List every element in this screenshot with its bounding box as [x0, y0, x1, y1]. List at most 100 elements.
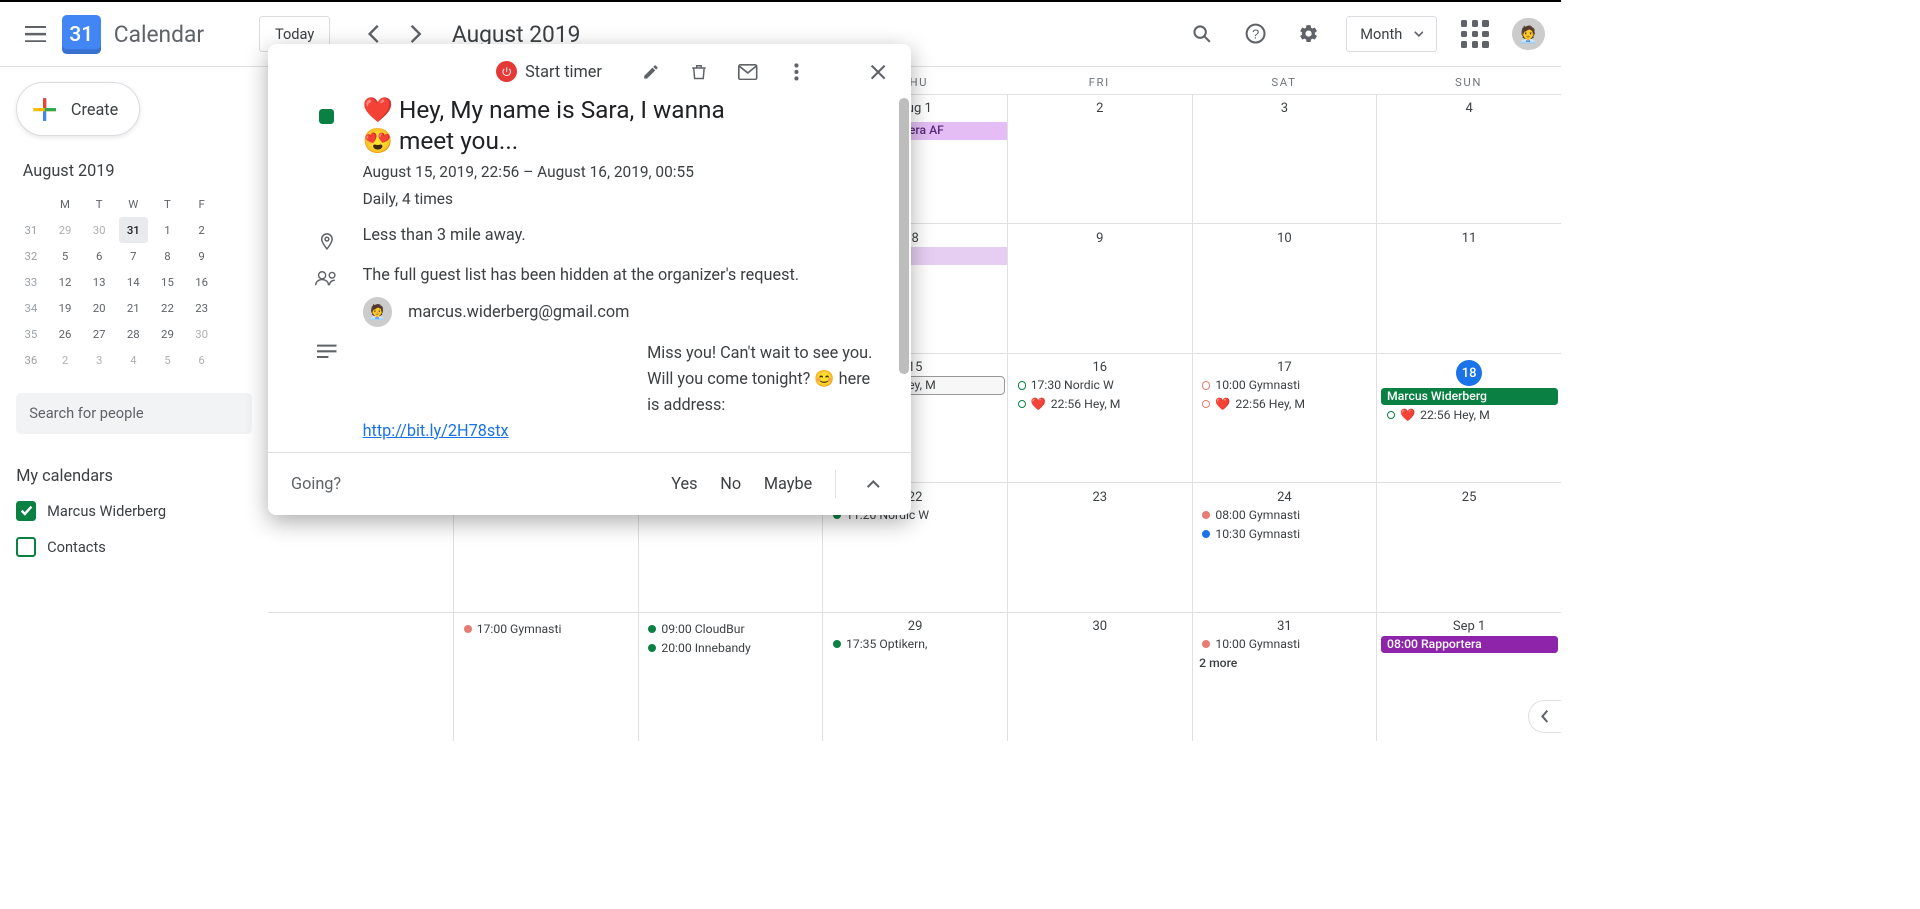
- show-side-panel-icon[interactable]: [1528, 700, 1561, 733]
- popover-scrollbar[interactable]: [899, 98, 909, 374]
- more-events-link[interactable]: 2 more: [1193, 655, 1377, 672]
- mini-day[interactable]: 19: [50, 295, 79, 321]
- edit-icon[interactable]: [634, 56, 667, 89]
- event-chip[interactable]: 17:00 Gymnasti: [457, 621, 634, 638]
- account-avatar[interactable]: 🧑‍💼: [1512, 18, 1545, 51]
- mini-day[interactable]: 9: [187, 243, 216, 269]
- event-chip[interactable]: 08:00 Gymnasti: [1196, 506, 1373, 523]
- day-cell[interactable]: 10: [1192, 223, 1377, 352]
- day-cell[interactable]: 3110:00 Gymnasti2 more: [1192, 612, 1377, 741]
- mini-day[interactable]: 29: [50, 217, 79, 243]
- day-cell[interactable]: 23: [1007, 482, 1192, 611]
- mini-day[interactable]: 2: [187, 217, 216, 243]
- mini-day[interactable]: 13: [85, 269, 114, 295]
- day-cell[interactable]: 09:00 CloudBur 20:00 Innebandy: [638, 612, 823, 741]
- rsvp-no[interactable]: No: [720, 474, 741, 493]
- mini-day[interactable]: 20: [85, 295, 114, 321]
- event-chip[interactable]: 20:00 Innebandy: [642, 640, 819, 657]
- mini-day[interactable]: 14: [119, 269, 148, 295]
- day-cell[interactable]: [268, 612, 453, 741]
- mini-day[interactable]: 5: [153, 347, 182, 373]
- day-cell[interactable]: 30: [1007, 612, 1192, 741]
- day-cell[interactable]: 3: [1192, 94, 1377, 223]
- event-chip[interactable]: Marcus Widerberg: [1381, 388, 1558, 405]
- mini-day[interactable]: 21: [119, 295, 148, 321]
- mini-day[interactable]: 27: [85, 321, 114, 347]
- sidebar: Create August 2019 M T W T F 31293031123…: [0, 69, 268, 569]
- calendar-item[interactable]: Marcus Widerberg: [16, 501, 252, 521]
- mini-day[interactable]: 8: [153, 243, 182, 269]
- mini-day[interactable]: 2: [50, 347, 79, 373]
- mini-day[interactable]: 3: [85, 347, 114, 373]
- search-people-input[interactable]: Search for people: [16, 393, 252, 434]
- event-chip[interactable]: 10:00 Gymnasti: [1196, 636, 1373, 653]
- mini-day[interactable]: 23: [187, 295, 216, 321]
- close-icon[interactable]: [862, 56, 895, 89]
- mini-day[interactable]: 16: [187, 269, 216, 295]
- mini-day[interactable]: 30: [85, 217, 114, 243]
- settings-gear-icon[interactable]: [1293, 18, 1326, 51]
- event-chip[interactable]: 10:00 Gymnasti: [1196, 377, 1373, 394]
- day-cell[interactable]: 1617:30 Nordic W❤️ 22:56 Hey, M: [1007, 353, 1192, 482]
- expand-rsvp-icon[interactable]: [859, 469, 888, 498]
- event-chip[interactable]: 17:35 Optikern,: [827, 636, 1004, 653]
- day-cell[interactable]: 18Marcus Widerberg❤️ 22:56 Hey, M: [1376, 353, 1561, 482]
- view-select[interactable]: Month: [1346, 16, 1437, 52]
- day-cell[interactable]: 2917:35 Optikern,: [822, 612, 1007, 741]
- event-chip[interactable]: 09:00 CloudBur: [642, 621, 819, 638]
- event-chip[interactable]: ❤️ 22:56 Hey, M: [1381, 407, 1558, 424]
- mini-day[interactable]: 28: [119, 321, 148, 347]
- mini-day[interactable]: 6: [187, 347, 216, 373]
- mini-day[interactable]: 4: [119, 347, 148, 373]
- calendar-item[interactable]: Contacts: [16, 537, 252, 557]
- event-chip[interactable]: ❤️ 22:56 Hey, M: [1011, 396, 1188, 413]
- more-options-icon[interactable]: [781, 56, 814, 89]
- day-cell[interactable]: 25: [1376, 482, 1561, 611]
- app-name: Calendar: [114, 21, 204, 48]
- day-cell[interactable]: 2: [1007, 94, 1192, 223]
- my-calendars-header[interactable]: My calendars: [16, 466, 252, 485]
- day-cell[interactable]: 9: [1007, 223, 1192, 352]
- calendar-checkbox[interactable]: [16, 537, 36, 557]
- mini-day[interactable]: 12: [50, 269, 79, 295]
- rsvp-maybe[interactable]: Maybe: [764, 474, 812, 493]
- calendar-checkbox[interactable]: [16, 501, 36, 521]
- mini-day[interactable]: 15: [153, 269, 182, 295]
- event-chip[interactable]: 08:00 Rapportera: [1381, 636, 1558, 653]
- mini-day[interactable]: 31: [119, 217, 148, 243]
- mini-day[interactable]: 7: [119, 243, 148, 269]
- event-chip[interactable]: 10:30 Gymnasti: [1196, 525, 1373, 542]
- chevron-down-icon: [1414, 31, 1424, 38]
- next-period-icon[interactable]: [403, 21, 429, 47]
- rsvp-yes[interactable]: Yes: [671, 474, 697, 493]
- mini-day[interactable]: 1: [153, 217, 182, 243]
- rsvp-footer: Going? Yes No Maybe: [268, 452, 910, 515]
- search-icon[interactable]: [1185, 18, 1218, 51]
- prev-period-icon[interactable]: [361, 21, 387, 47]
- google-apps-icon[interactable]: [1459, 18, 1492, 51]
- create-button[interactable]: Create: [16, 82, 140, 136]
- mini-day[interactable]: 26: [50, 321, 79, 347]
- mini-calendar[interactable]: M T W T F 312930311232567893312131415163…: [16, 191, 252, 373]
- start-timer-button[interactable]: Start timer: [496, 61, 602, 82]
- mini-day[interactable]: 30: [187, 321, 216, 347]
- mini-day[interactable]: 5: [50, 243, 79, 269]
- help-icon[interactable]: ?: [1239, 18, 1272, 51]
- organizer-row[interactable]: 🧑‍💼 marcus.widerberg@gmail.com: [363, 297, 882, 326]
- day-cell[interactable]: 11: [1376, 223, 1561, 352]
- delete-icon[interactable]: [683, 56, 716, 89]
- event-description-link[interactable]: http://bit.ly/2H78stx: [363, 421, 509, 440]
- mini-day[interactable]: 29: [153, 321, 182, 347]
- mini-day[interactable]: 22: [153, 295, 182, 321]
- email-icon[interactable]: [732, 56, 765, 89]
- event-chip[interactable]: 17:30 Nordic W: [1011, 377, 1188, 394]
- day-cell[interactable]: 2408:00 Gymnasti10:30 Gymnasti: [1192, 482, 1377, 611]
- day-cell[interactable]: 17:00 Gymnasti: [453, 612, 638, 741]
- event-chip[interactable]: ❤️ 22:56 Hey, M: [1196, 396, 1373, 413]
- day-cell[interactable]: 1710:00 Gymnasti❤️ 22:56 Hey, M: [1192, 353, 1377, 482]
- description-icon: [304, 340, 350, 444]
- hamburger-menu-icon[interactable]: [16, 15, 55, 54]
- day-cell[interactable]: 4: [1376, 94, 1561, 223]
- calendar-label: Marcus Widerberg: [47, 502, 166, 520]
- mini-day[interactable]: 6: [85, 243, 114, 269]
